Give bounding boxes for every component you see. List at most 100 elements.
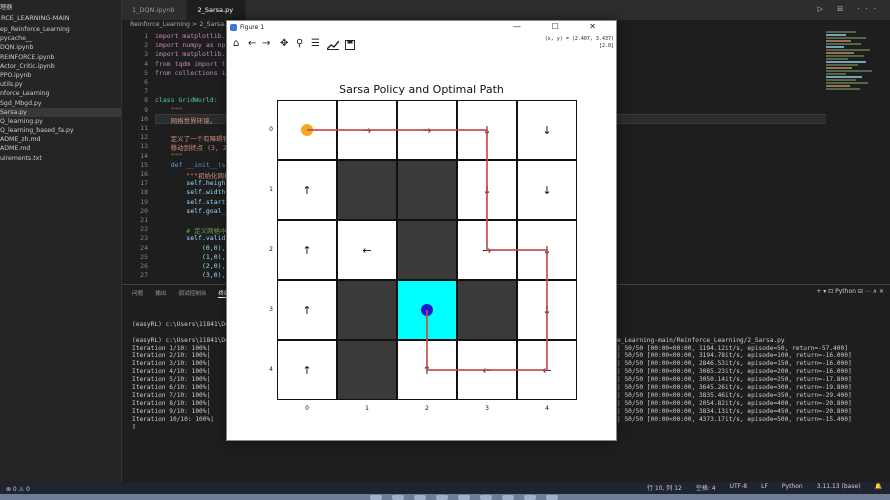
panel-tab[interactable]: 调试控制台 — [178, 289, 206, 298]
explorer-title: 理器 — [0, 4, 13, 11]
code-line[interactable]: (1,0), — [155, 253, 226, 261]
line-ending[interactable]: LF — [761, 482, 768, 492]
explorer-file-item[interactable]: Actor_Critic.ipynb — [0, 62, 121, 71]
terminal-progress-line: | 50/50 [00:00<00:00, 2846.53it/s, episo… — [617, 360, 852, 368]
forward-icon[interactable]: → — [262, 38, 270, 50]
editor-actions[interactable]: ▷ ⊟ ··· — [818, 5, 882, 13]
figure-title: Figure 1 — [240, 24, 265, 31]
terminal-line: Iteration 10/10: 100%| — [132, 415, 214, 423]
code-line[interactable]: (3,0), — [155, 271, 226, 279]
explorer-file-item[interactable]: Sarsa.py — [0, 107, 121, 117]
line-number: 11 — [140, 124, 148, 132]
explorer-file-item[interactable]: uirements.txt — [0, 154, 121, 163]
language-mode[interactable]: Python — [782, 482, 803, 492]
agent-marker — [421, 304, 433, 316]
explorer-root-folder[interactable]: RCE_LEARNING-MAIN — [0, 14, 121, 25]
taskbar-app-icon[interactable] — [502, 495, 514, 500]
code-line[interactable]: self.height — [155, 179, 229, 187]
x-tick-label: 1 — [365, 405, 369, 412]
taskbar-app-icon[interactable] — [392, 495, 404, 500]
terminal-output-right[interactable]: e_Learning-main/Reinforce_Learning/2_Sar… — [617, 313, 852, 431]
grid-cell: ↓ — [517, 160, 577, 220]
grid-cell — [397, 160, 457, 220]
figure-titlebar[interactable]: Figure 1 — ☐ ✕ — [227, 21, 616, 36]
taskbar-app-icon[interactable] — [458, 495, 470, 500]
grid-cell — [337, 340, 397, 400]
notifications-icon[interactable]: 🔔 — [875, 482, 882, 492]
terminal-progress-line — [617, 423, 852, 431]
code-line[interactable]: from tqdm import tqdm — [155, 60, 237, 68]
minimap[interactable] — [826, 30, 882, 250]
start-marker — [301, 124, 313, 136]
terminal-line: Iteration 6/10: 100%| — [132, 384, 211, 392]
explorer-file-item[interactable]: nforce_Learning — [0, 89, 121, 98]
explorer-file-item[interactable]: ep_Reinforce_Learning — [0, 25, 121, 34]
pan-icon[interactable]: ✥ — [280, 38, 288, 50]
code-line[interactable]: """ — [155, 152, 183, 160]
configure-icon[interactable]: ☰ — [311, 38, 320, 50]
line-number: 20 — [140, 206, 148, 215]
encoding[interactable]: UTF-8 — [730, 482, 748, 492]
y-tick-label: 1 — [269, 186, 273, 193]
grid-cell: ↓ — [517, 220, 577, 280]
code-line[interactable]: (0,0), — [155, 244, 226, 252]
explorer-file-item[interactable]: Sgd_Mbgd.py — [0, 99, 121, 108]
code-line[interactable]: class GridWorld: — [155, 96, 218, 104]
panel-tab[interactable]: 问题 — [132, 289, 143, 298]
python-interpreter[interactable]: 3.11.13 (base) — [817, 482, 861, 492]
taskbar-app-icon[interactable] — [370, 495, 382, 500]
code-line[interactable]: 网格世界环境。 — [155, 115, 217, 125]
code-line[interactable]: self.start_ — [155, 198, 229, 206]
code-line[interactable]: self.width — [155, 188, 225, 196]
figure-window-controls[interactable]: — ☐ ✕ — [513, 22, 610, 31]
code-line[interactable]: self.goal_s — [155, 207, 229, 215]
axes-icon[interactable] — [327, 40, 339, 50]
indentation[interactable]: 空格: 4 — [696, 482, 716, 492]
save-icon[interactable] — [345, 40, 355, 50]
back-icon[interactable]: ← — [248, 38, 256, 50]
code-line[interactable]: """ — [155, 106, 183, 114]
zoom-icon[interactable]: ⚲ — [296, 38, 303, 50]
panel-tab[interactable]: 输出 — [155, 289, 166, 298]
y-tick-label: 2 — [269, 246, 273, 253]
explorer-file-item[interactable]: ADME.md — [0, 144, 121, 153]
grid-cell: ↓ — [457, 160, 517, 220]
taskbar-app-icon[interactable] — [524, 495, 536, 500]
cursor-position[interactable]: 行 10, 列 12 — [647, 482, 682, 492]
problems-count[interactable]: ⊗ 0 ⚠ 0 — [6, 486, 30, 493]
explorer-file-item[interactable]: pycache__ — [0, 34, 121, 43]
tab-sarsa-py[interactable]: 2_Sarsa.py — [187, 0, 247, 20]
code-line[interactable]: import numpy as np — [155, 41, 225, 49]
taskbar-app-icon[interactable] — [480, 495, 492, 500]
explorer-file-item[interactable]: Q_learning_based_fa.py — [0, 126, 121, 135]
code-line[interactable]: (2,0), — [155, 262, 226, 270]
terminal-controls[interactable]: + ▾ ⊡ Python ⊟ ⋯ ∧ ✕ — [816, 288, 884, 295]
grid-cell: ↑ — [277, 160, 337, 220]
taskbar-app-icon[interactable] — [414, 495, 426, 500]
grid-cell: ← — [337, 220, 397, 280]
home-icon[interactable]: ⌂ — [233, 38, 239, 50]
explorer-file-item[interactable]: utils.py — [0, 80, 121, 89]
tab-dqn-notebook[interactable]: 1_DQN.ipynb — [122, 0, 188, 20]
line-number: 26 — [140, 262, 148, 270]
explorer-file-item[interactable]: REINFORCE.ipynb — [0, 53, 121, 62]
gridworld-plot[interactable]: →→→↓↓↑↓↓↑←→↓↑↓↑↑←← — [277, 100, 577, 400]
terminal-progress-line — [617, 329, 852, 337]
grid-cell: ↑ — [277, 280, 337, 340]
terminal-line: Iteration 3/10: 100%| — [132, 360, 211, 368]
code-line[interactable]: self.valid_ — [155, 234, 229, 242]
terminal-progress-line: | 50/50 [00:00<00:00, 3085.23it/s, episo… — [617, 368, 852, 376]
terminal-progress-line: | 50/50 [00:00<00:00, 3835.46it/s, episo… — [617, 391, 852, 399]
explorer-file-item[interactable]: ADME_zh.md — [0, 135, 121, 144]
y-tick-label: 4 — [269, 366, 273, 373]
explorer-file-item[interactable]: Q_learning.py — [0, 117, 121, 126]
line-number: 23 — [140, 234, 148, 243]
terminal-output-left[interactable]: (easyRL) c:\Users\11841\Desk (easyRL) c:\… — [132, 313, 236, 431]
line-number: 18 — [140, 188, 148, 197]
terminal-progress-line: | 50/50 [00:00<00:00, 3194.78it/s, episo… — [617, 352, 852, 360]
explorer-file-item[interactable]: PPO.ipynb — [0, 71, 121, 80]
taskbar-app-icon[interactable] — [436, 495, 448, 500]
taskbar-app-icon[interactable] — [546, 495, 558, 500]
explorer-file-item[interactable]: DQN.ipynb — [0, 43, 121, 52]
